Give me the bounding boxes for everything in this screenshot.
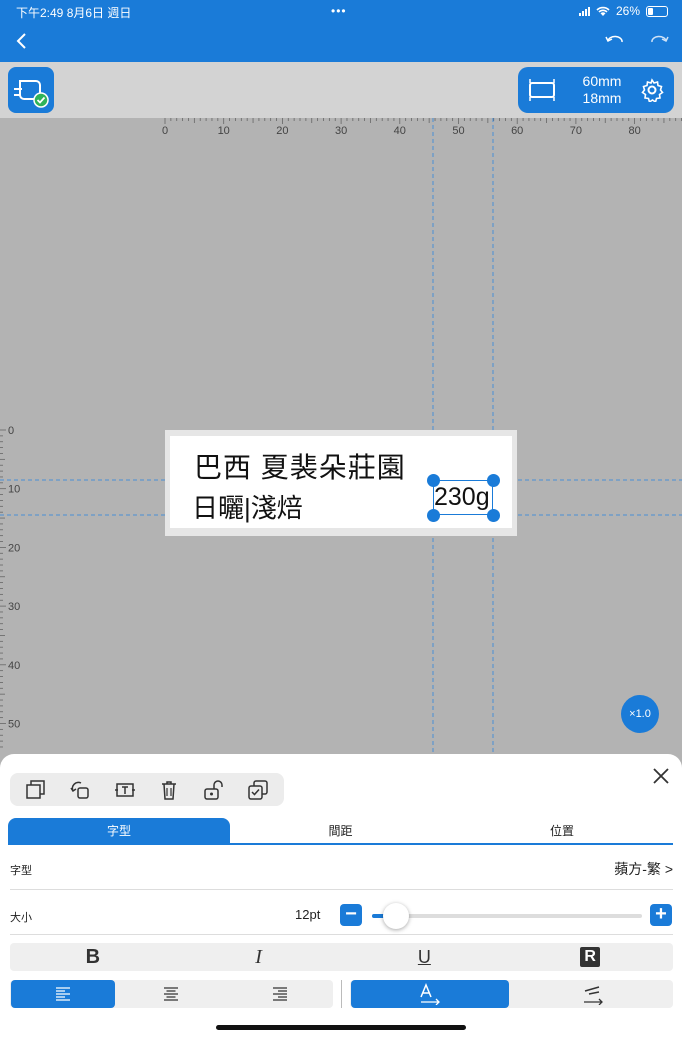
alignment-group xyxy=(10,980,333,1008)
text-direction-group xyxy=(350,980,673,1008)
align-left-button[interactable] xyxy=(11,980,115,1008)
tape-width: 60mm xyxy=(582,73,622,89)
tab-font[interactable]: 字型 xyxy=(8,818,230,843)
printer-status-button[interactable] xyxy=(8,67,54,113)
italic-button[interactable]: I xyxy=(176,943,342,971)
top-bar: 下午2:49 8月6日 週日 ••• 26% xyxy=(0,0,682,62)
resize-handle-top-right[interactable] xyxy=(487,474,500,487)
tape-settings-button[interactable]: 60mm 18mm xyxy=(518,67,674,113)
tab-position[interactable]: 位置 xyxy=(451,818,673,843)
label-text-line2[interactable]: 日曬|淺焙 xyxy=(192,488,303,525)
ruler-top-label: 60 xyxy=(511,125,523,137)
property-tabs: 字型 間距 位置 xyxy=(8,818,673,845)
outline-button[interactable]: R xyxy=(507,943,673,971)
unlock-icon[interactable] xyxy=(201,778,225,802)
resize-handle-top-left[interactable] xyxy=(427,474,440,487)
redo-icon[interactable] xyxy=(648,32,670,50)
vertical-text-button[interactable] xyxy=(514,980,672,1008)
font-value[interactable]: 蘋方-繁 > xyxy=(614,859,673,879)
bold-button[interactable]: B xyxy=(10,943,176,971)
bold-glyph: B xyxy=(85,945,101,968)
align-center-icon xyxy=(164,987,178,1001)
wifi-icon xyxy=(596,6,610,16)
vertical-text-icon xyxy=(584,986,603,1005)
resize-handle-bottom-right[interactable] xyxy=(487,509,500,522)
battery-icon xyxy=(646,5,668,17)
ruler-left-label: 30 xyxy=(8,601,20,613)
battery-fill xyxy=(648,7,654,15)
object-action-tray xyxy=(10,773,284,806)
fit-text-icon[interactable] xyxy=(113,778,137,802)
multi-select-icon[interactable] xyxy=(246,778,270,802)
align-center-button[interactable] xyxy=(119,980,223,1008)
size-row: 大小 12pt − + xyxy=(10,895,673,935)
ruler-top: 0 10 20 30 40 50 60 70 80 xyxy=(162,118,682,137)
ruler-top-label: 0 xyxy=(162,125,168,137)
ruler-top-label: 70 xyxy=(570,125,582,137)
undo-icon[interactable] xyxy=(604,32,626,50)
selected-text-object[interactable]: 230g xyxy=(434,483,490,512)
ruler-left-label: 50 xyxy=(8,719,20,731)
label-text-line1[interactable]: 巴西 夏裴朵莊園 xyxy=(194,446,406,486)
align-right-icon xyxy=(273,987,287,1001)
signal-icon xyxy=(578,6,590,16)
multitask-dots[interactable]: ••• xyxy=(331,4,347,18)
text-style-row: B I U R xyxy=(10,943,673,971)
horizontal-text-button[interactable] xyxy=(351,980,509,1008)
underline-button[interactable]: U xyxy=(342,943,508,971)
size-decrease-button[interactable]: − xyxy=(340,904,362,926)
size-increase-button[interactable]: + xyxy=(650,904,672,926)
status-time: 下午2:49 8月6日 週日 xyxy=(16,6,132,20)
align-left-icon xyxy=(56,987,70,1001)
toolbar-divider xyxy=(341,980,342,1008)
ruler-top-label: 80 xyxy=(628,125,640,137)
ruler-top-label: 20 xyxy=(276,125,288,137)
ruler-left: 0 10 20 30 40 50 xyxy=(0,425,20,748)
printer-connected-icon xyxy=(14,80,49,108)
tape-icon xyxy=(529,79,555,101)
size-slider-thumb[interactable] xyxy=(382,903,409,929)
horizontal-text-icon xyxy=(420,983,440,1005)
tab-spacing[interactable]: 間距 xyxy=(230,818,451,843)
tape-height: 18mm xyxy=(582,90,622,106)
ruler-left-label: 20 xyxy=(8,542,20,554)
ruler-top-label: 30 xyxy=(335,125,347,137)
ruler-top-label: 50 xyxy=(452,125,464,137)
align-right-button[interactable] xyxy=(228,980,332,1008)
font-label: 字型 xyxy=(10,865,32,877)
status-indicators: 26% xyxy=(578,4,668,18)
outline-glyph: R xyxy=(580,947,601,967)
duplicate-icon[interactable] xyxy=(24,778,48,802)
home-indicator xyxy=(216,1025,466,1030)
zoom-button[interactable]: ×1.0 xyxy=(621,695,659,733)
font-row[interactable]: 字型 蘋方-繁 > xyxy=(10,852,673,890)
close-icon[interactable] xyxy=(651,766,671,786)
ruler-left-label: 40 xyxy=(8,660,20,672)
ruler-top-label: 10 xyxy=(218,125,230,137)
ruler-left-label: 0 xyxy=(8,425,14,437)
back-chevron-icon[interactable] xyxy=(12,30,32,52)
battery-percent: 26% xyxy=(615,4,640,18)
gear-icon[interactable] xyxy=(640,78,664,102)
size-value: 12pt xyxy=(295,907,321,922)
size-slider[interactable] xyxy=(372,903,642,929)
italic-glyph: I xyxy=(255,945,262,968)
tape-size: 60mm 18mm xyxy=(570,73,634,107)
ruler-left-label: 10 xyxy=(8,484,20,496)
resize-handle-bottom-left[interactable] xyxy=(427,509,440,522)
size-label: 大小 xyxy=(10,912,32,924)
rotate-icon[interactable] xyxy=(68,778,92,802)
trash-icon[interactable] xyxy=(157,778,181,802)
underline-glyph: U xyxy=(417,946,431,967)
ruler-top-label: 40 xyxy=(394,125,406,137)
